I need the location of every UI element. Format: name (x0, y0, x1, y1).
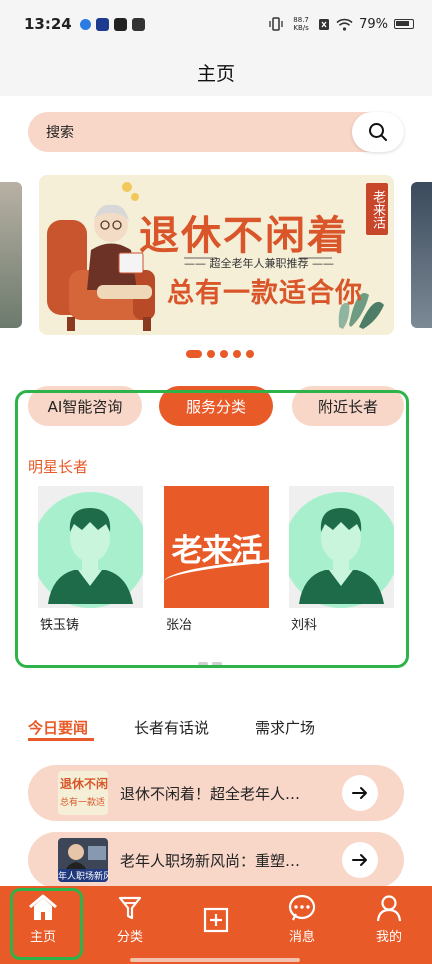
news-thumbnail: 退休不闲 总有一款适 (58, 771, 108, 815)
search-button[interactable] (352, 112, 404, 152)
tab-demand-square[interactable]: 需求广场 (255, 717, 315, 738)
news-item[interactable]: 退休不闲 总有一款适 退休不闲着！超全老年人… (28, 765, 404, 821)
banner-stamp: 老来活 (366, 183, 388, 235)
carousel-next-slide[interactable] (411, 182, 432, 328)
tab-underline (28, 738, 94, 741)
status-bar: 13:24 88.7 KB/s 79% (0, 0, 432, 48)
carousel-dot[interactable] (246, 350, 254, 358)
nav-profile[interactable]: 我的 (359, 894, 419, 945)
page-title: 主页 (196, 62, 235, 85)
search-bar[interactable]: 搜索 (28, 112, 404, 152)
nav-label: 分类 (116, 930, 143, 945)
news-open-button[interactable] (342, 775, 378, 811)
network-speed-value: 88.7 (293, 16, 309, 24)
highlight-box (10, 888, 83, 960)
battery-percent: 79% (359, 16, 388, 32)
news-item[interactable]: 年人职场新风 老年人职场新风尚：重塑… (28, 832, 404, 888)
nav-add[interactable] (186, 906, 246, 938)
carousel-dot[interactable] (186, 350, 202, 358)
app-notification-icon (131, 17, 145, 31)
tab-elders-say[interactable]: 长者有话说 (134, 717, 209, 738)
news-thumbnail: 年人职场新风 (58, 838, 108, 882)
carousel-banner[interactable]: 退休不闲着 —— 超全老年人兼职推荐 —— 总有一款适合你 老来活 (39, 175, 394, 335)
battery-icon (394, 19, 414, 29)
app-notification-icon (79, 18, 91, 30)
search-icon (369, 123, 387, 141)
news-title: 退休不闲着！超全老年人… (120, 785, 301, 803)
thumb-text: 总有一款适 (60, 798, 106, 808)
banner-slogan: 总有一款适合你 (167, 278, 363, 309)
banner-subtitle: —— 超全老年人兼职推荐 —— (184, 257, 334, 270)
arrow-right-icon (352, 854, 367, 866)
tab-today-news[interactable]: 今日要闻 (28, 717, 88, 738)
add-square-icon (203, 907, 229, 933)
network-speed: 88.7 KB/s (290, 16, 312, 32)
page-header: 主页 (0, 48, 432, 96)
nav-messages[interactable]: 消息 (272, 894, 332, 945)
search-input[interactable]: 搜索 (46, 122, 74, 142)
wifi-icon (336, 18, 353, 31)
vibrate-icon (269, 17, 283, 31)
app-notification-icon (113, 17, 127, 31)
network-speed-unit: KB/s (293, 24, 309, 32)
carousel-dot[interactable] (220, 350, 228, 358)
banner-title: 退休不闲着 (139, 212, 349, 259)
status-app-icons (79, 17, 145, 31)
news-open-button[interactable] (342, 842, 378, 878)
status-indicators: 88.7 KB/s 79% (268, 16, 414, 32)
nav-label: 我的 (375, 930, 402, 945)
chat-icon (288, 894, 316, 921)
nav-label: 消息 (288, 930, 315, 945)
thumb-text: 退休不闲 (60, 777, 108, 791)
user-icon (376, 895, 402, 922)
highlight-box (15, 390, 409, 668)
carousel-prev-slide[interactable] (0, 182, 22, 328)
arrow-right-icon (352, 787, 367, 799)
carousel-dot[interactable] (207, 350, 215, 358)
sim-icon (319, 18, 330, 30)
carousel-indicator (186, 350, 254, 358)
status-time: 13:24 (24, 15, 72, 33)
app-notification-icon (95, 17, 109, 31)
carousel-dot[interactable] (233, 350, 241, 358)
news-title: 老年人职场新风尚：重塑… (120, 852, 301, 870)
filter-icon (118, 896, 142, 920)
home-indicator (130, 958, 300, 962)
thumb-text: 年人职场新风 (58, 869, 108, 882)
nav-category[interactable]: 分类 (100, 894, 160, 945)
